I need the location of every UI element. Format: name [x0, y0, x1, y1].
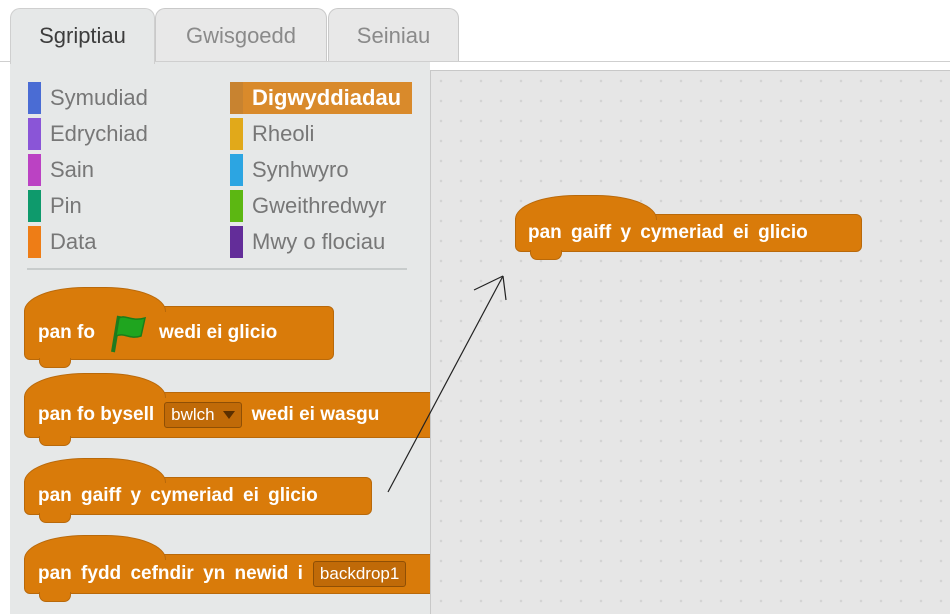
- block-hat: [24, 535, 166, 560]
- block-notch: [39, 358, 71, 368]
- tab-costumes-label: Gwisgoedd: [185, 23, 297, 48]
- category-events[interactable]: Digwyddiadau: [230, 82, 412, 114]
- block-notch: [39, 592, 71, 602]
- block-hat: [24, 458, 166, 483]
- block-text: pan fo bysell: [38, 404, 155, 425]
- category-label: Symudiad: [50, 85, 148, 110]
- block-text: pan gaiff y cymeriad ei glicio: [528, 222, 808, 243]
- category-swatch: [230, 82, 243, 114]
- category-sound[interactable]: Sain: [28, 154, 94, 186]
- tab-costumes[interactable]: Gwisgoedd: [155, 8, 327, 62]
- when-flag-clicked-block[interactable]: pan fo wedi ei glicio: [24, 287, 334, 368]
- backdrop-dropdown[interactable]: backdrop1: [312, 561, 407, 587]
- category-more-blocks[interactable]: Mwy o flociau: [230, 226, 385, 258]
- block-hat: [24, 287, 166, 312]
- tab-scripts[interactable]: Sgriptiau: [10, 8, 155, 64]
- block-text: wedi ei wasgu: [251, 404, 380, 425]
- block-palette: Symudiad Edrychiad Sain Pin Data Digwydd…: [10, 62, 430, 614]
- category-swatch: [28, 190, 41, 222]
- script-area[interactable]: pan gaiff y cymeriad ei glicio: [430, 70, 950, 614]
- category-sensing[interactable]: Synhwyro: [230, 154, 349, 186]
- when-sprite-clicked-block[interactable]: pan gaiff y cymeriad ei glicio: [24, 458, 372, 523]
- key-dropdown[interactable]: bwlch: [164, 402, 242, 428]
- block-text: pan fo: [38, 322, 95, 343]
- backdrop-dropdown-value: backdrop1: [319, 564, 400, 583]
- block-notch: [530, 250, 562, 260]
- when-backdrop-switches-block[interactable]: pan fydd cefndir yn newid i backdrop1: [24, 535, 430, 602]
- tab-sounds-label: Seiniau: [356, 23, 431, 48]
- category-swatch: [28, 154, 41, 186]
- tab-sounds[interactable]: Seiniau: [328, 8, 459, 62]
- category-swatch: [230, 226, 243, 258]
- chevron-down-icon: [222, 411, 235, 419]
- block-text: pan fydd cefndir yn newid i: [38, 563, 303, 584]
- tab-bar: Sgriptiau Gwisgoedd Seiniau: [0, 0, 950, 64]
- category-label: Digwyddiadau: [252, 85, 402, 110]
- category-swatch: [28, 118, 41, 150]
- category-label: Synhwyro: [252, 157, 349, 182]
- green-flag-icon: [111, 315, 147, 353]
- key-dropdown-value: bwlch: [171, 405, 215, 424]
- category-swatch: [230, 190, 243, 222]
- category-motion[interactable]: Symudiad: [28, 82, 148, 114]
- block-notch: [39, 436, 71, 446]
- category-control[interactable]: Rheoli: [230, 118, 314, 150]
- category-swatch: [28, 226, 41, 258]
- script-when-sprite-clicked-block[interactable]: pan gaiff y cymeriad ei glicio: [515, 195, 862, 260]
- category-label: Pin: [50, 193, 82, 218]
- category-looks[interactable]: Edrychiad: [28, 118, 148, 150]
- block-text: pan gaiff y cymeriad ei glicio: [38, 485, 318, 506]
- category-label: Mwy o flociau: [252, 229, 386, 254]
- tab-scripts-label: Sgriptiau: [39, 23, 126, 48]
- block-hat: [515, 195, 657, 220]
- category-label: Rheoli: [252, 121, 315, 146]
- block-notch: [39, 513, 71, 523]
- category-label: Edrychiad: [50, 121, 148, 146]
- category-label: Data: [50, 229, 97, 254]
- category-swatch: [230, 118, 243, 150]
- category-label: Gweithredwyr: [252, 193, 387, 218]
- category-swatch: [230, 154, 243, 186]
- category-swatch: [28, 82, 41, 114]
- block-text: wedi ei glicio: [159, 322, 278, 343]
- category-operators[interactable]: Gweithredwyr: [230, 190, 386, 222]
- category-data[interactable]: Data: [28, 226, 96, 258]
- block-hat: [24, 373, 166, 398]
- category-pen[interactable]: Pin: [28, 190, 82, 222]
- when-key-pressed-block[interactable]: pan fo bysell bwlch wedi ei wasgu: [24, 373, 430, 446]
- category-label: Sain: [50, 157, 95, 182]
- palette-divider: [27, 268, 407, 270]
